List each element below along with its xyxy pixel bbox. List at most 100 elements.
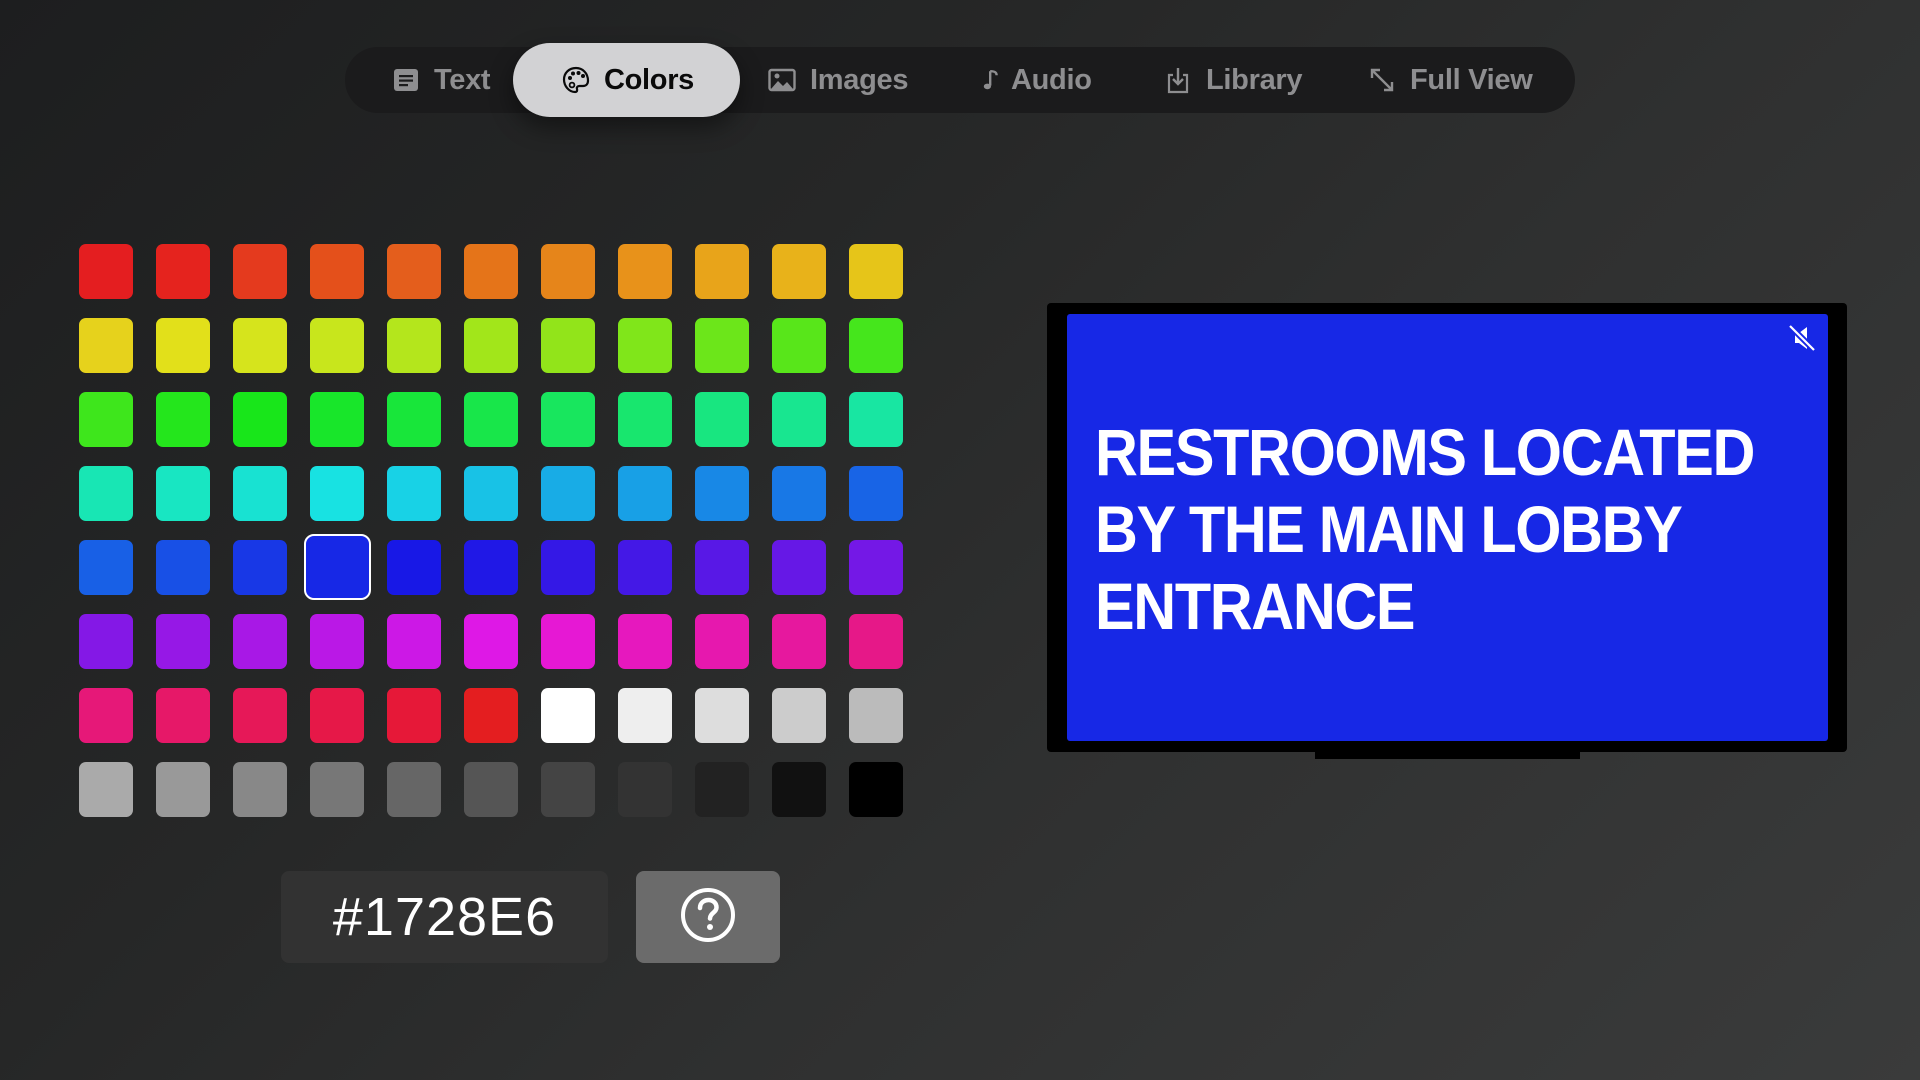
tab-images[interactable]: Images [765, 47, 908, 113]
color-swatch[interactable] [156, 614, 210, 669]
color-swatch[interactable] [541, 688, 595, 743]
color-swatch[interactable] [79, 244, 133, 299]
color-swatch[interactable] [695, 762, 749, 817]
color-swatch[interactable] [156, 318, 210, 373]
color-swatch[interactable] [849, 762, 903, 817]
color-swatch[interactable] [310, 762, 364, 817]
color-swatch[interactable] [772, 614, 826, 669]
color-swatch[interactable] [772, 688, 826, 743]
help-button[interactable] [636, 871, 780, 963]
color-swatch[interactable] [618, 392, 672, 447]
color-swatch[interactable] [387, 614, 441, 669]
color-swatch[interactable] [849, 318, 903, 373]
color-swatch[interactable] [618, 466, 672, 521]
color-swatch[interactable] [79, 318, 133, 373]
color-swatch[interactable] [387, 688, 441, 743]
color-swatch[interactable] [79, 614, 133, 669]
color-swatch[interactable] [772, 466, 826, 521]
color-swatch[interactable] [695, 466, 749, 521]
color-swatch[interactable] [464, 318, 518, 373]
color-swatch[interactable] [310, 244, 364, 299]
color-swatch[interactable] [464, 614, 518, 669]
color-swatch[interactable] [79, 540, 133, 595]
color-swatch[interactable] [772, 762, 826, 817]
color-swatch[interactable] [156, 540, 210, 595]
color-swatch[interactable] [79, 466, 133, 521]
color-swatch[interactable] [310, 466, 364, 521]
color-swatch[interactable] [541, 244, 595, 299]
color-swatch[interactable] [387, 392, 441, 447]
color-swatch[interactable] [772, 318, 826, 373]
color-swatch[interactable] [310, 614, 364, 669]
color-swatch[interactable] [541, 540, 595, 595]
color-swatch[interactable] [233, 762, 287, 817]
color-swatch[interactable] [233, 540, 287, 595]
color-swatch[interactable] [464, 392, 518, 447]
color-swatch[interactable] [695, 244, 749, 299]
color-swatch[interactable] [79, 688, 133, 743]
color-swatch[interactable] [849, 540, 903, 595]
color-swatch[interactable] [233, 614, 287, 669]
color-swatch[interactable] [541, 318, 595, 373]
color-swatch[interactable] [387, 540, 441, 595]
color-swatch[interactable] [233, 244, 287, 299]
tab-library[interactable]: Library [1161, 47, 1303, 113]
color-swatch[interactable] [233, 392, 287, 447]
speaker-muted-icon[interactable] [1786, 322, 1818, 354]
color-swatch[interactable] [695, 318, 749, 373]
tab-label: Images [810, 63, 909, 96]
color-swatch[interactable] [233, 688, 287, 743]
color-swatch[interactable] [695, 540, 749, 595]
color-swatch[interactable] [156, 762, 210, 817]
color-swatch[interactable] [310, 318, 364, 373]
color-swatch[interactable] [464, 688, 518, 743]
color-swatch[interactable] [541, 466, 595, 521]
color-swatch[interactable] [618, 244, 672, 299]
color-swatch[interactable] [849, 392, 903, 447]
color-swatch[interactable] [695, 614, 749, 669]
color-swatch-selected[interactable] [304, 534, 371, 600]
preview-line: BY THE MAIN LOBBY [1095, 492, 1683, 566]
color-swatch[interactable] [156, 688, 210, 743]
color-swatch[interactable] [541, 392, 595, 447]
color-swatch[interactable] [618, 762, 672, 817]
color-swatch[interactable] [464, 244, 518, 299]
color-swatch[interactable] [387, 762, 441, 817]
color-swatch[interactable] [849, 688, 903, 743]
color-swatch[interactable] [310, 392, 364, 447]
color-swatch[interactable] [310, 688, 364, 743]
color-swatch[interactable] [541, 614, 595, 669]
color-swatch[interactable] [772, 392, 826, 447]
color-swatch[interactable] [618, 614, 672, 669]
color-swatch[interactable] [464, 762, 518, 817]
color-swatch[interactable] [464, 466, 518, 521]
color-swatch[interactable] [156, 466, 210, 521]
color-swatch[interactable] [233, 318, 287, 373]
color-swatch[interactable] [849, 244, 903, 299]
hex-color-input[interactable] [281, 871, 608, 963]
color-swatch[interactable] [695, 688, 749, 743]
color-swatch[interactable] [618, 540, 672, 595]
color-swatch[interactable] [79, 762, 133, 817]
color-swatch[interactable] [541, 762, 595, 817]
color-swatch[interactable] [79, 392, 133, 447]
tab-text[interactable]: Text [389, 47, 491, 113]
color-swatch[interactable] [772, 540, 826, 595]
tab-audio[interactable]: Audio [979, 47, 1092, 113]
color-swatch[interactable] [849, 614, 903, 669]
color-swatch[interactable] [387, 318, 441, 373]
color-swatch[interactable] [618, 688, 672, 743]
color-swatch[interactable] [387, 466, 441, 521]
color-swatch[interactable] [618, 318, 672, 373]
color-swatch[interactable] [464, 540, 518, 595]
color-swatch[interactable] [695, 392, 749, 447]
color-swatch[interactable] [156, 392, 210, 447]
color-swatch[interactable] [156, 244, 210, 299]
color-swatch[interactable] [849, 466, 903, 521]
color-swatch[interactable] [233, 466, 287, 521]
color-swatch[interactable] [387, 244, 441, 299]
tab-full-view[interactable]: Full View [1365, 47, 1533, 113]
preview-line: ENTRANCE [1095, 569, 1416, 643]
color-swatch[interactable] [772, 244, 826, 299]
tab-colors[interactable]: Colors [513, 43, 740, 117]
